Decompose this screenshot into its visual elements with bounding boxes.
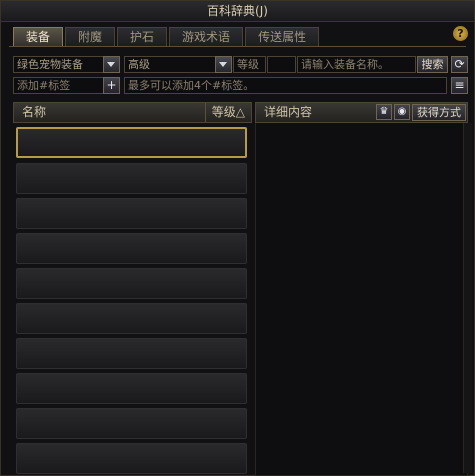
refresh-icon[interactable]: ⟳ xyxy=(451,56,468,73)
list-icon[interactable]: ≡ xyxy=(451,77,468,94)
add-tag-icon[interactable]: + xyxy=(103,77,120,94)
list-item[interactable] xyxy=(16,198,247,229)
item-name-input[interactable]: 请输入装备名称。 xyxy=(297,56,416,73)
tag-hint: 最多可以添加4个#标签。 xyxy=(124,77,447,94)
help-icon[interactable]: ? xyxy=(453,26,468,41)
wardrobe-icon[interactable]: ♛ xyxy=(376,104,392,120)
list-item[interactable] xyxy=(16,233,247,264)
window-title: 百科辞典(J) xyxy=(1,1,474,22)
grade-select[interactable]: 高级 xyxy=(124,56,219,73)
list-item[interactable] xyxy=(16,127,247,158)
tab-equipment[interactable]: 装备 xyxy=(13,27,64,47)
eye-icon[interactable]: ◉ xyxy=(394,104,410,120)
tab-bar: 装备 附魔 护石 游戏术语 传送属性 xyxy=(13,27,320,47)
item-list xyxy=(13,123,250,474)
list-item[interactable] xyxy=(16,163,247,194)
detail-header: 详细内容 ♛ ◉ 获得方式 xyxy=(255,102,468,123)
list-item[interactable] xyxy=(16,373,247,404)
list-item[interactable] xyxy=(16,443,247,474)
detail-title: 详细内容 xyxy=(264,105,313,119)
list-header: 名称 等级△ xyxy=(13,102,252,123)
level-label: 等级 xyxy=(233,56,266,73)
list-item[interactable] xyxy=(16,338,247,369)
tab-enchant[interactable]: 附魔 xyxy=(65,27,116,47)
search-button[interactable]: 搜索 xyxy=(417,56,448,73)
list-item[interactable] xyxy=(16,303,247,334)
tab-amulet[interactable]: 护石 xyxy=(117,27,168,47)
detail-panel xyxy=(255,102,468,476)
list-item[interactable] xyxy=(16,268,247,299)
encyclopedia-window: 百科辞典(J) ? 装备 附魔 护石 游戏术语 传送属性 绿色宠物装备 高级 等… xyxy=(0,0,475,476)
tab-transfer-attributes[interactable]: 传送属性 xyxy=(245,27,320,47)
acquire-method-button[interactable]: 获得方式 xyxy=(412,104,466,121)
tag-input[interactable]: 添加#标签 xyxy=(13,77,104,94)
grade-dropdown-icon[interactable] xyxy=(215,56,232,73)
column-name[interactable]: 名称 xyxy=(22,103,46,122)
tab-game-terms[interactable]: 游戏术语 xyxy=(169,27,244,47)
category-dropdown-icon[interactable] xyxy=(103,56,120,73)
list-item[interactable] xyxy=(16,408,247,439)
level-input[interactable] xyxy=(267,56,296,73)
tab-divider xyxy=(9,46,466,47)
column-level-sort[interactable]: 等级△ xyxy=(204,103,245,122)
detail-scrollbar[interactable] xyxy=(463,123,472,473)
category-select[interactable]: 绿色宠物装备 xyxy=(13,56,104,73)
